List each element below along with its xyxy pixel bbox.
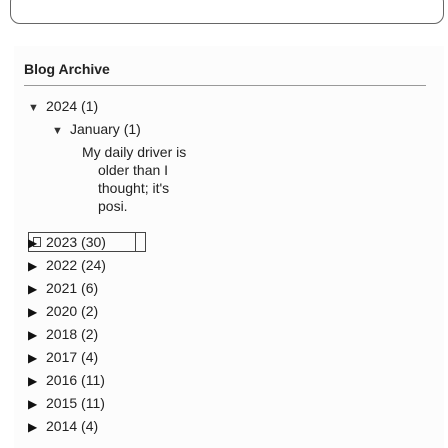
archive-year-label[interactable]: 2014 (4) [46,418,98,434]
title-divider [24,85,426,86]
archive-year-2015[interactable]: ▶ 2015 (11) [28,394,105,413]
archive-year-label[interactable]: 2020 (2) [46,303,98,319]
archive-year-2014[interactable]: ▶ 2014 (4) [28,417,98,436]
focus-edge-mark [135,233,145,251]
archive-year-label[interactable]: 2016 (11) [46,372,105,388]
post-title-line[interactable]: posi. [82,197,282,215]
expand-toggle-icon[interactable]: ▶ [28,372,46,390]
post-title-line[interactable]: older than I [82,161,282,179]
archive-post-link[interactable]: My daily driver is older than I thought;… [82,143,282,215]
expand-toggle-icon[interactable]: ▶ [28,349,46,367]
archive-year-label[interactable]: 2017 (4) [46,349,98,365]
archive-year-2024[interactable]: ▼ 2024 (1) [28,97,98,117]
archive-year-2018[interactable]: ▶ 2018 (2) [28,325,98,344]
post-title-line[interactable]: My daily driver is [82,143,282,161]
archive-year-2016[interactable]: ▶ 2016 (11) [28,371,105,390]
archive-year-label[interactable]: 2024 (1) [46,98,98,114]
archive-month-label[interactable]: January (1) [70,121,141,137]
collapse-toggle-icon[interactable]: ▼ [52,122,70,140]
archive-year-label[interactable]: 2022 (24) [46,257,106,273]
archive-year-2017[interactable]: ▶ 2017 (4) [28,348,98,367]
archive-year-2021[interactable]: ▶ 2021 (6) [28,279,98,298]
expand-toggle-icon[interactable]: ▶ [28,280,46,298]
search-box[interactable] [10,0,444,24]
archive-year-2020[interactable]: ▶ 2020 (2) [28,302,98,321]
blog-archive-widget: Blog Archive ▼ 2024 (1) ▼ January (1) My d… [14,46,444,448]
expand-toggle-icon[interactable]: ▶ [28,395,46,413]
archive-year-label[interactable]: 2021 (6) [46,280,98,296]
widget-title: Blog Archive [24,61,110,77]
archive-year-label[interactable]: 2023 (30) [46,234,106,250]
collapse-toggle-icon[interactable]: ▼ [28,99,46,117]
post-title-line[interactable]: thought; it's [82,179,282,197]
archive-year-2023[interactable]: ▶ 2023 (30) [28,233,106,252]
archive-year-label[interactable]: 2018 (2) [46,326,98,342]
archive-month-january[interactable]: ▼ January (1) [52,120,141,140]
archive-year-label[interactable]: 2015 (11) [46,395,105,411]
page: Blog Archive ▼ 2024 (1) ▼ January (1) My d… [0,0,448,448]
expand-toggle-icon[interactable]: ▶ [28,326,46,344]
archive-year-2022[interactable]: ▶ 2022 (24) [28,256,106,275]
expand-toggle-icon[interactable]: ▶ [28,234,46,252]
expand-toggle-icon[interactable]: ▶ [28,303,46,321]
expand-toggle-icon[interactable]: ▶ [28,257,46,275]
expand-toggle-icon[interactable]: ▶ [28,418,46,436]
